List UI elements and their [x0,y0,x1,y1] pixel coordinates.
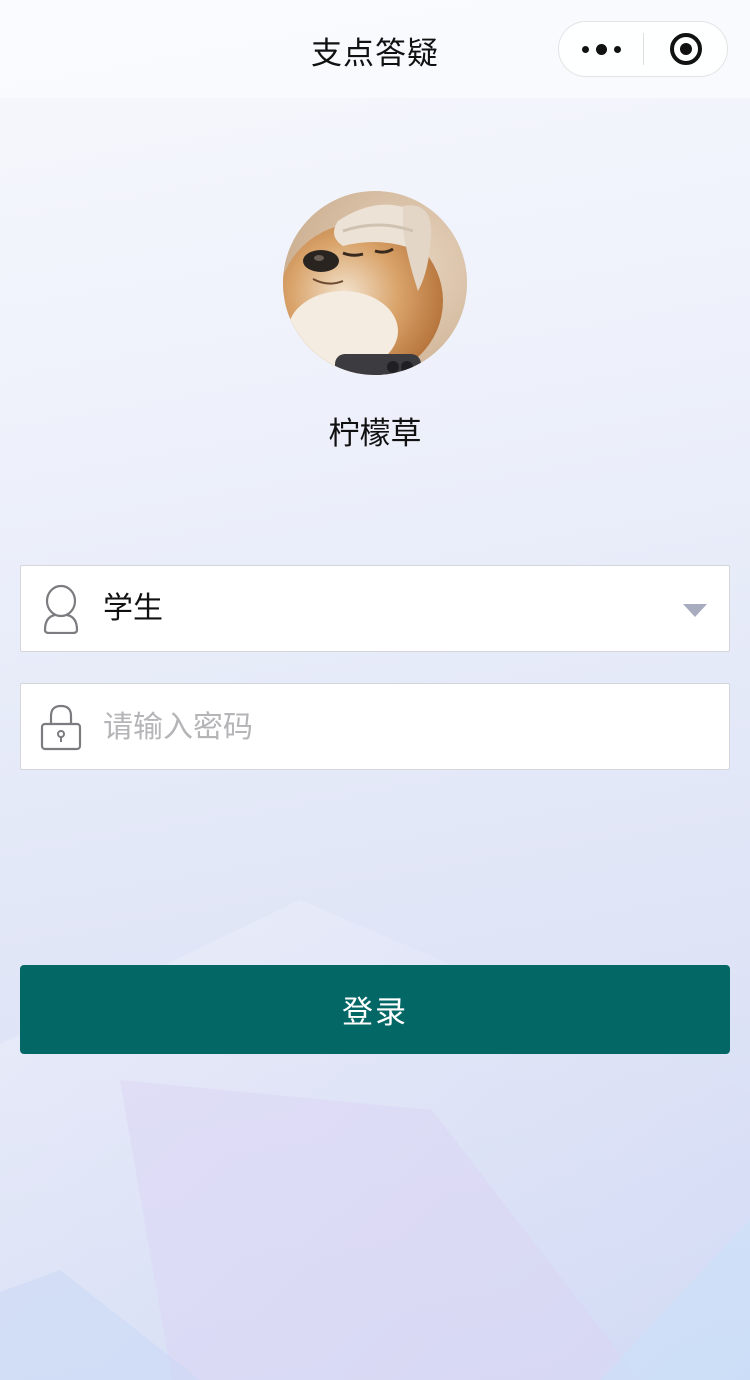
role-select[interactable]: 学生 [20,565,730,652]
username: 柠檬草 [328,416,422,452]
target-circle-icon[interactable] [644,22,727,76]
background-shape [600,1220,750,1380]
dog-avatar-image [283,191,467,375]
password-field[interactable] [20,683,730,770]
lock-icon [40,704,82,751]
caret-down-icon [683,604,707,617]
password-input[interactable] [103,704,703,750]
avatar[interactable] [283,191,467,375]
navigation-bar: 支点答疑 [0,0,750,98]
login-button[interactable]: 登录 [20,965,730,1054]
role-value: 学生 [103,591,163,626]
background-shape [120,1080,640,1380]
background-shape [0,1270,200,1380]
user-icon [43,584,79,634]
more-dots-icon[interactable] [559,22,643,76]
mini-program-capsule [558,21,728,77]
login-button-label: 登录 [342,995,408,1031]
